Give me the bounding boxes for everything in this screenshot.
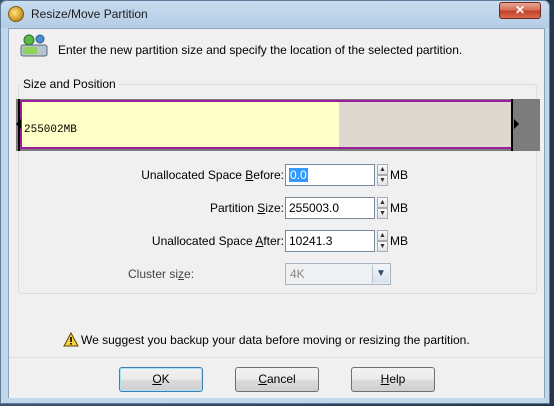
resize-partition-icon: [20, 34, 48, 57]
unallocated-after-label: Unallocated Space After:: [151, 234, 284, 248]
increment-up-icon[interactable]: ▲: [377, 164, 388, 175]
unit-label: MB: [390, 168, 408, 182]
unallocated-before-selection: 0.0: [289, 168, 308, 182]
right-resize-handle-icon[interactable]: [514, 119, 519, 129]
unit-label: MB: [390, 201, 408, 215]
dialog-header: Enter the new partition size and specify…: [9, 29, 544, 67]
spinner-buttons: ▲ ▼: [377, 164, 388, 186]
window-title: Resize/Move Partition: [31, 7, 148, 21]
cluster-size-label: Cluster size:: [128, 267, 195, 281]
partition-size-input[interactable]: [285, 197, 375, 219]
cluster-size-select[interactable]: 4K ▼: [285, 263, 391, 285]
unallocated-after-spinner[interactable]: ▲ ▼: [285, 230, 391, 252]
chevron-down-icon[interactable]: ▼: [372, 265, 389, 283]
cluster-size-value: 4K: [290, 267, 305, 281]
increment-up-icon[interactable]: ▲: [377, 197, 388, 208]
spinner-buttons: ▲ ▼: [377, 197, 388, 219]
decrement-down-icon[interactable]: ▼: [377, 241, 388, 252]
dialog-body: Enter the new partition size and specify…: [8, 28, 545, 398]
left-resize-handle-icon[interactable]: [16, 119, 21, 129]
partition-size-spinner[interactable]: ▲ ▼: [285, 197, 391, 219]
resize-move-dialog: Resize/Move Partition ✕ Enter the new pa…: [0, 0, 550, 404]
group-content: 255002MB Unallocated Space Before: 0.0 ▲…: [16, 77, 540, 294]
spinner-buttons: ▲ ▼: [377, 230, 388, 252]
warning-icon: [63, 332, 79, 347]
unallocated-before-label: Unallocated Space Before:: [141, 168, 284, 182]
partition-size-label: 255002MB: [24, 124, 77, 136]
button-bar: OK Cancel Help: [9, 357, 544, 398]
instruction-text: Enter the new partition size and specify…: [58, 43, 463, 57]
app-icon: [8, 6, 24, 22]
unallocated-before-spinner[interactable]: 0.0 ▲ ▼: [285, 164, 391, 186]
unallocated-after-input[interactable]: [285, 230, 375, 252]
title-bar[interactable]: Resize/Move Partition ✕: [1, 1, 549, 28]
partition-map[interactable]: 255002MB: [16, 99, 540, 151]
unit-label: MB: [390, 234, 408, 248]
warning-text: We suggest you backup your data before m…: [81, 333, 470, 347]
partition-size-field-label: Partition Size:: [209, 201, 284, 215]
right-resize-bar[interactable]: [511, 99, 513, 151]
cancel-button[interactable]: Cancel: [235, 367, 319, 392]
ok-button[interactable]: OK: [119, 367, 203, 392]
warning-message: We suggest you backup your data before m…: [63, 332, 470, 347]
help-button[interactable]: Help: [351, 367, 435, 392]
decrement-down-icon[interactable]: ▼: [377, 175, 388, 186]
decrement-down-icon[interactable]: ▼: [377, 208, 388, 219]
increment-up-icon[interactable]: ▲: [377, 230, 388, 241]
partition-outline: [20, 100, 513, 149]
close-button[interactable]: ✕: [499, 2, 541, 19]
